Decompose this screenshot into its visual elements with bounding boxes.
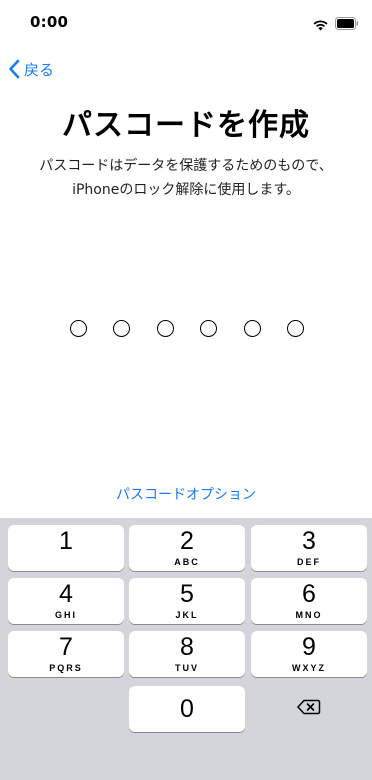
passcode-dot — [286, 320, 304, 337]
key-letters: JKL — [175, 610, 199, 620]
key-letters: MNO — [295, 610, 323, 620]
key-9[interactable]: 9 WXYZ — [251, 631, 367, 677]
key-digit: 4 — [59, 580, 73, 608]
key-5[interactable]: 5 JKL — [129, 578, 245, 624]
key-letters: GHI — [54, 610, 77, 620]
key-digit: 1 — [59, 527, 73, 555]
key-digit: 5 — [180, 580, 194, 608]
passcode-dot — [156, 320, 174, 337]
page-title: パスコードを作成 — [62, 108, 310, 143]
key-2[interactable]: 2 ABC — [129, 525, 245, 571]
key-6[interactable]: 6 MNO — [251, 578, 367, 624]
passcode-dot — [200, 320, 218, 337]
key-8[interactable]: 8 TUV — [129, 631, 245, 677]
key-letters: PQRS — [49, 663, 83, 673]
key-digit: 2 — [180, 527, 194, 555]
key-letters: WXYZ — [292, 663, 326, 673]
passcode-dot — [70, 320, 87, 337]
back-button[interactable]: 戻る — [8, 56, 54, 82]
key-digit: 0 — [180, 694, 194, 723]
wifi-icon — [312, 16, 329, 35]
delete-key[interactable] — [251, 686, 367, 732]
key-letters: ABC — [174, 557, 200, 567]
key-digit: 9 — [302, 633, 316, 661]
numeric-keypad: 1 2 ABC 3 DEF 4 GHI 5 JKL 6 MNO 7 PQRS 8 TUV 9 WXYZ 0 — [0, 518, 372, 780]
status-time: 0:00 — [30, 13, 69, 31]
key-digit: 6 — [302, 580, 316, 608]
key-letters: DEF — [297, 557, 321, 567]
passcode-dot — [243, 320, 261, 337]
key-1[interactable]: 1 — [8, 525, 124, 571]
key-digit: 8 — [180, 633, 194, 661]
key-digit: 7 — [59, 633, 73, 661]
passcode-dots — [70, 320, 304, 340]
key-4[interactable]: 4 GHI — [8, 578, 124, 624]
key-0[interactable]: 0 — [129, 686, 245, 732]
key-digit: 3 — [302, 527, 316, 555]
key-3[interactable]: 3 DEF — [251, 525, 367, 571]
status-bar: 0:00 — [0, 0, 372, 44]
battery-icon — [335, 15, 359, 34]
key-letters: TUV — [175, 663, 199, 673]
passcode-options-link[interactable]: パスコードオプション — [0, 484, 372, 504]
page-description: パスコードはデータを保護するためのもので、iPhoneのロック解除に使用します。 — [39, 158, 333, 198]
back-label: 戻る — [24, 60, 55, 79]
key-7[interactable]: 7 PQRS — [8, 631, 124, 677]
delete-backspace-icon — [297, 699, 321, 719]
passcode-dot — [113, 320, 131, 337]
chevron-left-icon — [8, 59, 20, 79]
